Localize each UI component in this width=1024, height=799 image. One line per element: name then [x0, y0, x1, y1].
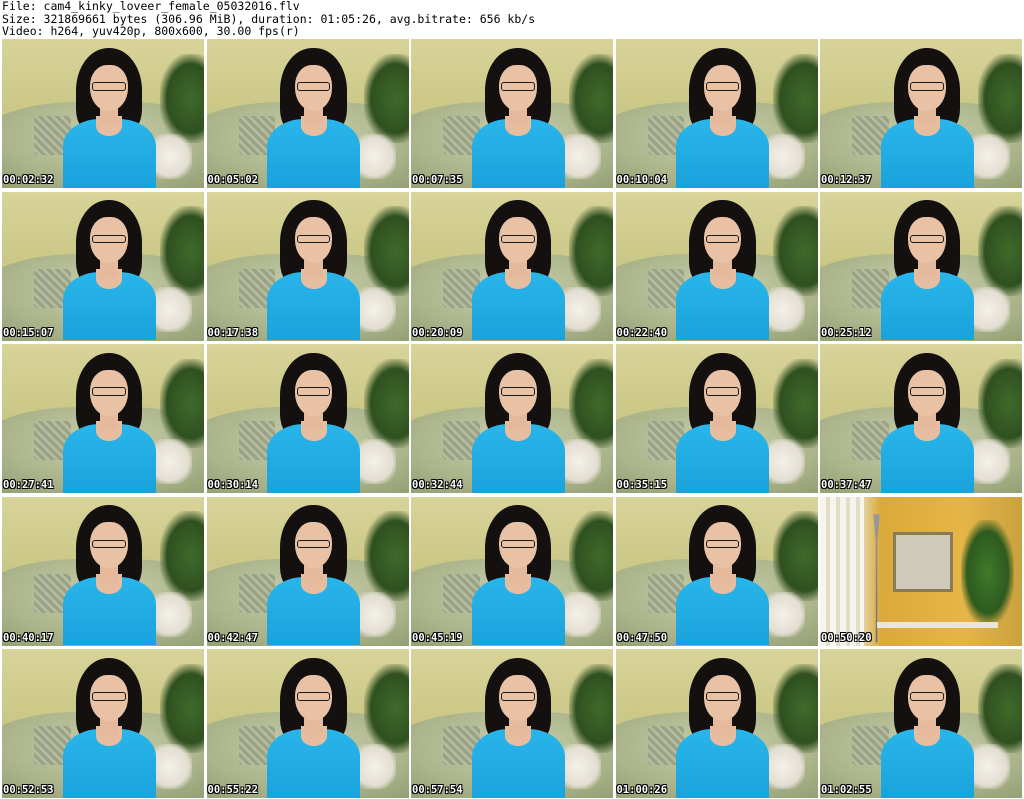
- thumbnail-timestamp: 00:45:19: [412, 631, 463, 644]
- video-thumbnail[interactable]: 01:02:55: [820, 649, 1022, 798]
- thumbnail-timestamp: 00:02:32: [3, 174, 54, 186]
- thumbnail-timestamp: 00:07:35: [412, 174, 463, 186]
- video-thumbnail[interactable]: 00:25:12: [820, 191, 1022, 341]
- video-thumbnail[interactable]: 00:52:53: [2, 649, 204, 798]
- thumbnail-timestamp: 00:32:44: [412, 479, 463, 491]
- video-thumbnail[interactable]: 00:05:02: [206, 39, 409, 188]
- video-thumbnail[interactable]: 00:02:32: [2, 39, 204, 188]
- thumbnail-timestamp: 00:55:22: [207, 784, 259, 796]
- video-thumbnail[interactable]: 00:07:35: [411, 39, 613, 188]
- video-thumbnail[interactable]: 00:27:41: [2, 344, 204, 493]
- thumbnail-timestamp: 00:22:40: [616, 326, 668, 339]
- video-thumbnail[interactable]: 00:20:09: [411, 191, 613, 341]
- thumbnail-timestamp: 00:57:54: [412, 784, 463, 796]
- thumbnail-timestamp: 01:00:26: [616, 784, 668, 796]
- video-thumbnail[interactable]: 00:45:19: [411, 496, 613, 646]
- thumbnail-timestamp: 00:05:02: [207, 174, 259, 186]
- video-thumbnail[interactable]: 00:30:14: [206, 344, 409, 493]
- video-thumbnail[interactable]: 00:17:38: [206, 191, 409, 341]
- video-thumbnail[interactable]: 00:22:40: [615, 191, 818, 341]
- thumbnail-timestamp: 00:25:12: [821, 326, 872, 339]
- thumbnail-timestamp: 00:27:41: [3, 479, 54, 491]
- video-info-line: Video: h264, yuv420p, 800x600, 30.00 fps…: [2, 24, 300, 38]
- video-thumbnail[interactable]: 00:42:47: [206, 496, 409, 646]
- video-thumbnail[interactable]: 00:35:15: [615, 344, 818, 493]
- thumbnail-timestamp: 00:35:15: [616, 479, 668, 491]
- video-thumbnail[interactable]: 00:12:37: [820, 39, 1022, 188]
- video-thumbnail[interactable]: 00:10:04: [615, 39, 818, 188]
- video-thumbnail[interactable]: 01:00:26: [615, 649, 818, 798]
- video-thumbnail[interactable]: 00:50:20: [820, 496, 1022, 646]
- video-thumbnail[interactable]: 00:32:44: [411, 344, 613, 493]
- thumbnail-timestamp: 00:40:17: [3, 631, 54, 644]
- thumbnail-timestamp: 01:02:55: [821, 784, 872, 796]
- file-name-line: File: cam4_kinky_loveer_female_05032016.…: [2, 0, 300, 13]
- video-thumbnail[interactable]: 00:57:54: [411, 649, 613, 798]
- file-info-header: File: cam4_kinky_loveer_female_05032016.…: [2, 0, 1022, 38]
- thumbnail-timestamp: 00:47:50: [616, 631, 668, 644]
- video-thumbnail[interactable]: 00:40:17: [2, 496, 204, 646]
- video-thumbnail[interactable]: 00:15:07: [2, 191, 204, 341]
- thumbnail-timestamp: 00:20:09: [412, 326, 463, 339]
- video-thumbnail[interactable]: 00:47:50: [615, 496, 818, 646]
- thumbnail-timestamp: 00:17:38: [207, 326, 259, 339]
- thumbnail-timestamp: 00:37:47: [821, 479, 872, 491]
- thumbnail-timestamp: 00:30:14: [207, 479, 259, 491]
- video-thumbnail[interactable]: 00:55:22: [206, 649, 409, 798]
- thumbnail-timestamp: 00:10:04: [616, 174, 668, 186]
- video-thumbnail[interactable]: 00:37:47: [820, 344, 1022, 493]
- thumbnail-grid: 00:02:32 00:05:02 00:07:35 00:10:04 00:1…: [2, 39, 1022, 798]
- thumbnail-timestamp: 00:12:37: [821, 174, 872, 186]
- thumbnail-timestamp: 00:42:47: [207, 631, 259, 644]
- thumbnail-timestamp: 00:52:53: [3, 784, 54, 796]
- thumbnail-timestamp: 00:50:20: [821, 631, 872, 644]
- thumbnail-timestamp: 00:15:07: [3, 326, 54, 339]
